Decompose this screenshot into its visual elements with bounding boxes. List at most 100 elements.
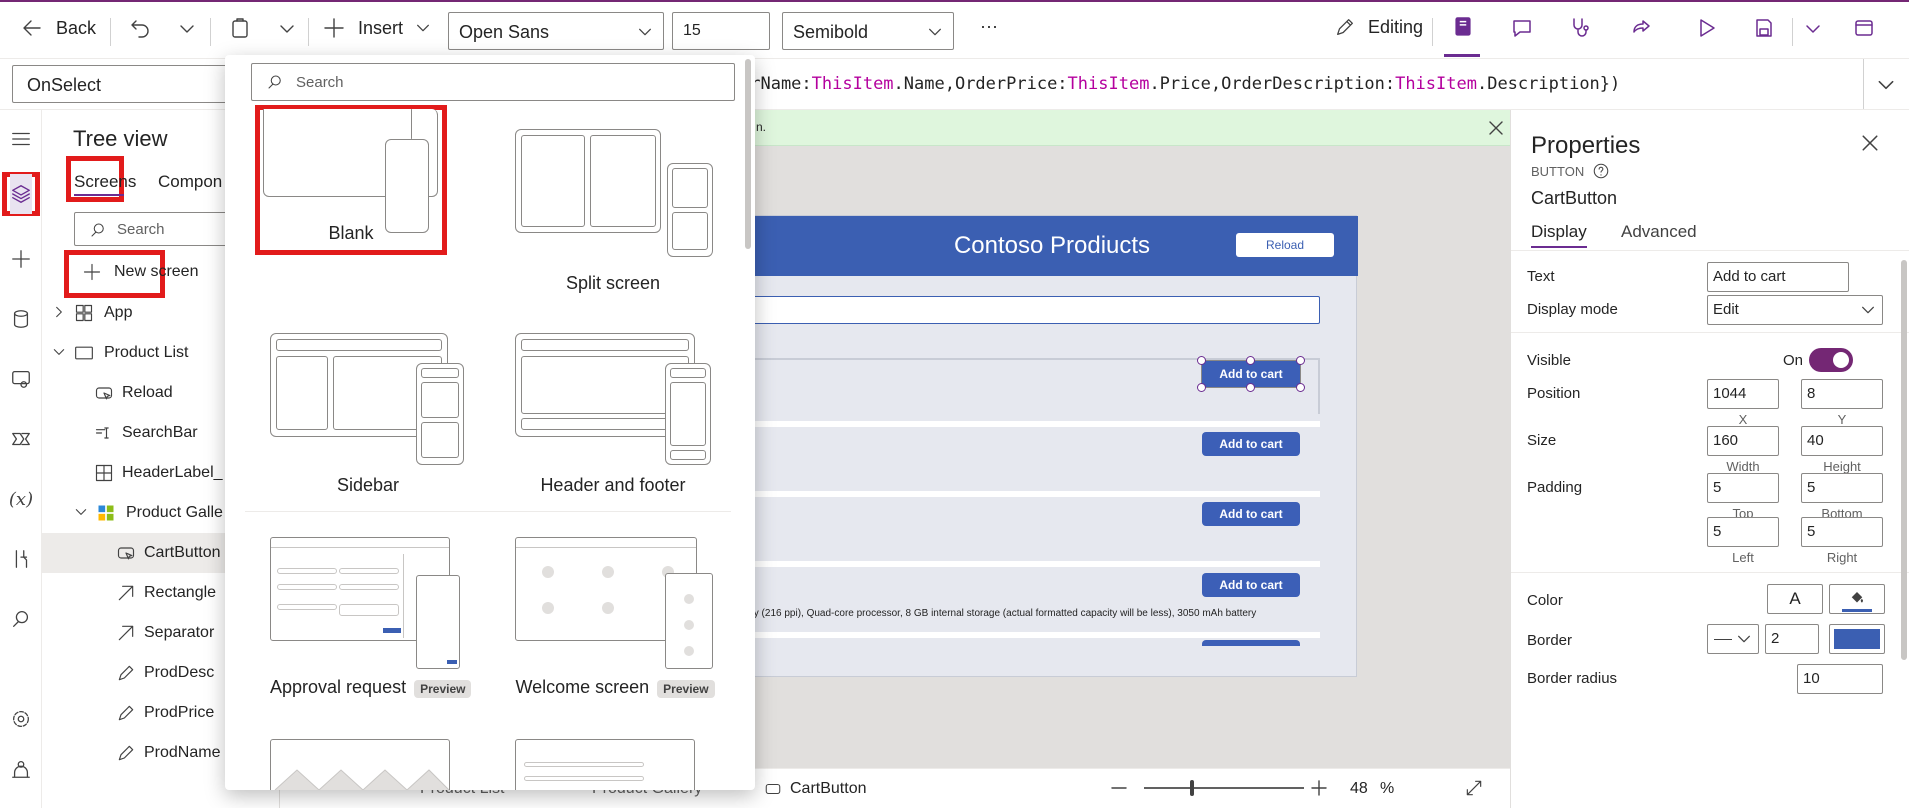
fill-color-button[interactable] [1829,584,1885,614]
font-weight-dropdown[interactable]: Semibold [782,12,954,50]
chevron-right-icon[interactable] [52,305,66,319]
tab-components[interactable]: Compon [158,172,222,192]
thumb-field [277,568,337,574]
button-icon [764,780,782,798]
new-screen-button[interactable]: New screen [82,262,198,282]
add-to-cart-button-partial[interactable] [1202,640,1300,646]
position-x-caption: X [1738,412,1748,427]
close-notice-button[interactable] [1488,120,1504,136]
expand-formula-button[interactable] [1876,75,1896,95]
more-commands-button[interactable]: ··· [980,16,998,37]
template-search-input[interactable]: Search [251,63,735,101]
notebook-button[interactable] [1444,14,1480,57]
chevron-down-icon [178,20,196,38]
font-size-input[interactable]: 15 [672,12,770,50]
text-color-button[interactable]: A [1767,584,1823,614]
close-properties-button[interactable] [1861,134,1879,152]
visible-toggle[interactable] [1809,348,1853,372]
chevron-down-icon[interactable] [74,505,88,519]
paste-menu-button[interactable] [278,20,296,38]
template-partial[interactable] [515,739,695,790]
property-dropdown[interactable]: OnSelect [12,65,252,103]
thumb-line [411,109,412,139]
zoom-slider[interactable] [1144,787,1304,789]
power-automate-button[interactable] [6,424,36,454]
editing-mode-button[interactable]: Editing [1334,16,1423,38]
width-input[interactable]: 160 [1707,426,1779,456]
undo-button[interactable] [128,16,152,40]
comments-button[interactable] [1510,16,1534,40]
template-partial[interactable] [270,739,450,790]
font-dropdown[interactable]: Open Sans [448,12,664,50]
tab-advanced[interactable]: Advanced [1621,222,1697,242]
insert-button[interactable]: Insert [322,16,431,40]
padding-bottom-input[interactable]: 5 [1801,473,1883,503]
padding-left-input[interactable]: 5 [1707,517,1779,547]
plus-icon [322,16,346,40]
flyout-scrollbar[interactable] [745,59,751,249]
paste-button[interactable] [228,16,252,40]
height-input[interactable]: 40 [1801,426,1883,456]
zoom-value: 48 [1350,780,1368,797]
thumb-panel [276,356,328,430]
media-button[interactable] [6,364,36,394]
properties-scrollbar[interactable] [1901,260,1907,660]
tree-view-button[interactable] [6,179,36,209]
undo-menu-button[interactable] [178,20,196,38]
insert-rail-button[interactable] [6,244,36,274]
zoom-slider-thumb[interactable] [1190,780,1194,796]
add-to-cart-button[interactable]: Add to cart [1202,573,1300,597]
tab-display[interactable]: Display [1531,222,1587,242]
reload-button[interactable]: Reload [1236,233,1334,257]
resize-handle[interactable] [1246,383,1255,392]
border-radius-input[interactable]: 10 [1797,664,1883,694]
back-button[interactable]: Back [20,16,96,40]
border-style-dropdown[interactable] [1707,624,1759,654]
template-welcome-screen[interactable] [515,537,715,669]
position-x-input[interactable]: 1044 [1707,379,1779,409]
position-y-input[interactable]: 8 [1801,379,1883,409]
text-input[interactable]: Add to cart [1707,262,1849,292]
thumb-field [339,604,399,616]
add-to-cart-button[interactable]: Add to cart [1202,432,1300,456]
tab-screens[interactable]: Screens [74,172,136,192]
zoom-in-button[interactable] [1310,779,1328,797]
breadcrumb-control[interactable]: CartButton [764,780,866,798]
menu-button[interactable] [6,124,36,154]
border-width-input[interactable]: 2 [1765,624,1819,654]
variables-button[interactable]: (x) [6,484,36,514]
resize-handle[interactable] [1197,383,1206,392]
padding-right-input[interactable]: 5 [1801,517,1883,547]
help-icon[interactable] [1592,162,1610,180]
resize-handle[interactable] [1296,356,1305,365]
template-split-screen[interactable] [515,129,713,269]
chevron-down-icon[interactable] [52,345,66,359]
template-header-and-footer[interactable] [515,333,715,465]
resize-handle[interactable] [1246,356,1255,365]
fit-to-window-button[interactable] [1464,778,1484,798]
display-mode-dropdown[interactable]: Edit [1707,295,1883,325]
template-approval-request[interactable] [270,537,470,669]
virtual-agent-button[interactable] [6,754,36,784]
padding-top-input[interactable]: 5 [1707,473,1779,503]
search-bar[interactable] [746,296,1320,324]
publish-button[interactable] [1852,16,1876,40]
save-button[interactable] [1752,16,1776,40]
resize-handle[interactable] [1197,356,1206,365]
resize-handle[interactable] [1296,383,1305,392]
template-sidebar[interactable] [270,333,470,465]
data-button[interactable] [6,304,36,334]
share-button[interactable] [1630,16,1654,40]
zoom-out-button[interactable] [1110,779,1128,797]
search-rail-button[interactable] [6,604,36,634]
properties-pane: Properties BUTTON CartButton Display Adv… [1510,110,1909,808]
app-checker-button[interactable] [1568,16,1592,40]
formula-input[interactable]: erName:ThisItem.Name,OrderPrice:ThisItem… [740,67,1620,103]
save-menu-button[interactable] [1804,20,1822,38]
advanced-tools-button[interactable] [6,544,36,574]
add-to-cart-button[interactable]: Add to cart [1202,502,1300,526]
settings-button[interactable] [6,704,36,734]
app-screen-preview[interactable]: Contoso Prodiucts Reload Add to cart Add… [745,215,1358,677]
preview-button[interactable] [1694,16,1718,40]
border-color-button[interactable] [1829,624,1885,654]
